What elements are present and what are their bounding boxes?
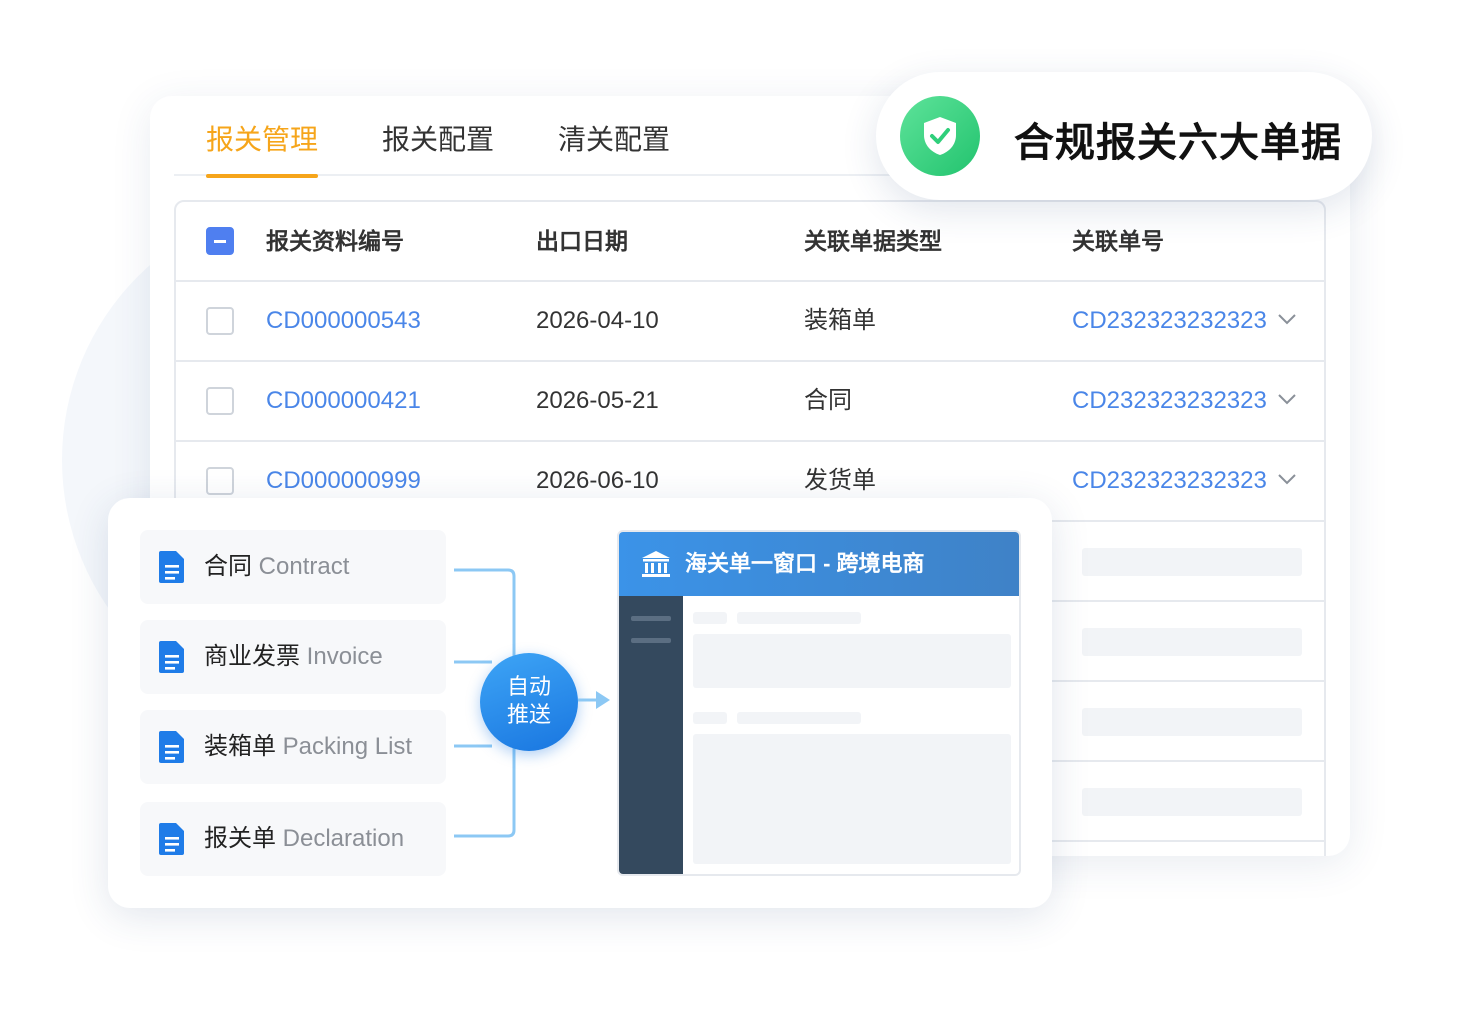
row-checkbox[interactable] bbox=[206, 307, 234, 335]
portal-header: 海关单一窗口 - 跨境电商 bbox=[619, 532, 1019, 596]
ref-number-link[interactable]: CD232323232323 bbox=[1072, 362, 1267, 440]
sidebar-line bbox=[631, 638, 671, 643]
header-ref-number: 关联单号 bbox=[1072, 228, 1164, 254]
push-label-line2: 推送 bbox=[506, 702, 551, 727]
portal-sidebar bbox=[619, 596, 683, 874]
placeholder-label bbox=[693, 712, 727, 724]
document-icon bbox=[159, 551, 184, 583]
select-all-checkbox[interactable] bbox=[206, 227, 234, 255]
document-item-contract[interactable]: 合同 Contract bbox=[140, 530, 446, 604]
doc-type: 合同 bbox=[804, 387, 852, 414]
placeholder-label bbox=[737, 712, 861, 724]
bank-icon bbox=[642, 551, 670, 577]
arrow-right-icon bbox=[578, 691, 610, 709]
export-date: 2026-05-21 bbox=[536, 387, 659, 414]
ref-number-link[interactable]: CD232323232323 bbox=[1072, 442, 1267, 520]
document-label: 商业发票 Invoice bbox=[204, 643, 383, 670]
row-checkbox[interactable] bbox=[206, 387, 234, 415]
auto-push-panel: 合同 Contract 商业发票 Invoice 装箱单 Packing Lis… bbox=[108, 498, 1052, 908]
placeholder-label bbox=[693, 612, 727, 624]
document-icon bbox=[159, 823, 184, 855]
placeholder-bar bbox=[1082, 788, 1302, 816]
placeholder-block bbox=[693, 734, 1011, 864]
declaration-id-link[interactable]: CD000000543 bbox=[266, 282, 421, 360]
portal-title: 海关单一窗口 - 跨境电商 bbox=[685, 551, 925, 576]
chevron-down-icon[interactable] bbox=[1278, 470, 1296, 488]
document-item-packing-list[interactable]: 装箱单 Packing List bbox=[140, 710, 446, 784]
compliance-badge: 合规报关六大单据 bbox=[876, 72, 1372, 200]
table-header-row: 报关资料编号 出口日期 关联单据类型 关联单号 bbox=[176, 202, 1324, 282]
tab-clearance-config[interactable]: 清关配置 bbox=[558, 118, 670, 176]
tab-customs-management[interactable]: 报关管理 bbox=[206, 118, 319, 178]
placeholder-bar bbox=[1082, 548, 1302, 576]
document-label: 装箱单 Packing List bbox=[204, 733, 413, 760]
header-export-date: 出口日期 bbox=[536, 228, 628, 254]
compliance-label: 合规报关六大单据 bbox=[1014, 121, 1342, 165]
export-date: 2026-04-10 bbox=[536, 307, 659, 334]
push-label-line1: 自动 bbox=[506, 674, 551, 699]
table-row: CD000000543 2026-04-10 装箱单 CD23232323232… bbox=[176, 282, 1324, 362]
document-icon bbox=[159, 641, 184, 673]
document-item-declaration[interactable]: 报关单 Declaration bbox=[140, 802, 446, 876]
document-label: 合同 Contract bbox=[204, 553, 350, 580]
declaration-id-link[interactable]: CD000000421 bbox=[266, 362, 421, 440]
document-icon bbox=[159, 731, 184, 763]
placeholder-block bbox=[693, 634, 1011, 688]
placeholder-bar bbox=[1082, 708, 1302, 736]
chevron-down-icon[interactable] bbox=[1278, 310, 1296, 328]
placeholder-label bbox=[737, 612, 861, 624]
chevron-down-icon[interactable] bbox=[1278, 390, 1296, 408]
auto-push-button[interactable]: 自动 推送 bbox=[480, 653, 578, 751]
placeholder-bar bbox=[1082, 628, 1302, 656]
header-doc-type: 关联单据类型 bbox=[804, 228, 942, 254]
document-label: 报关单 Declaration bbox=[204, 825, 405, 852]
customs-single-window: 海关单一窗口 - 跨境电商 bbox=[617, 530, 1021, 876]
tab-customs-config[interactable]: 报关配置 bbox=[382, 118, 494, 176]
document-item-invoice[interactable]: 商业发票 Invoice bbox=[140, 620, 446, 694]
doc-type: 装箱单 bbox=[804, 307, 876, 334]
table-row: CD000000421 2026-05-21 合同 CD232323232323 bbox=[176, 362, 1324, 442]
ref-number-link[interactable]: CD232323232323 bbox=[1072, 282, 1267, 360]
shield-check-icon bbox=[900, 96, 980, 176]
sidebar-line bbox=[631, 616, 671, 621]
row-checkbox[interactable] bbox=[206, 467, 234, 495]
header-declaration-id: 报关资料编号 bbox=[266, 228, 404, 254]
